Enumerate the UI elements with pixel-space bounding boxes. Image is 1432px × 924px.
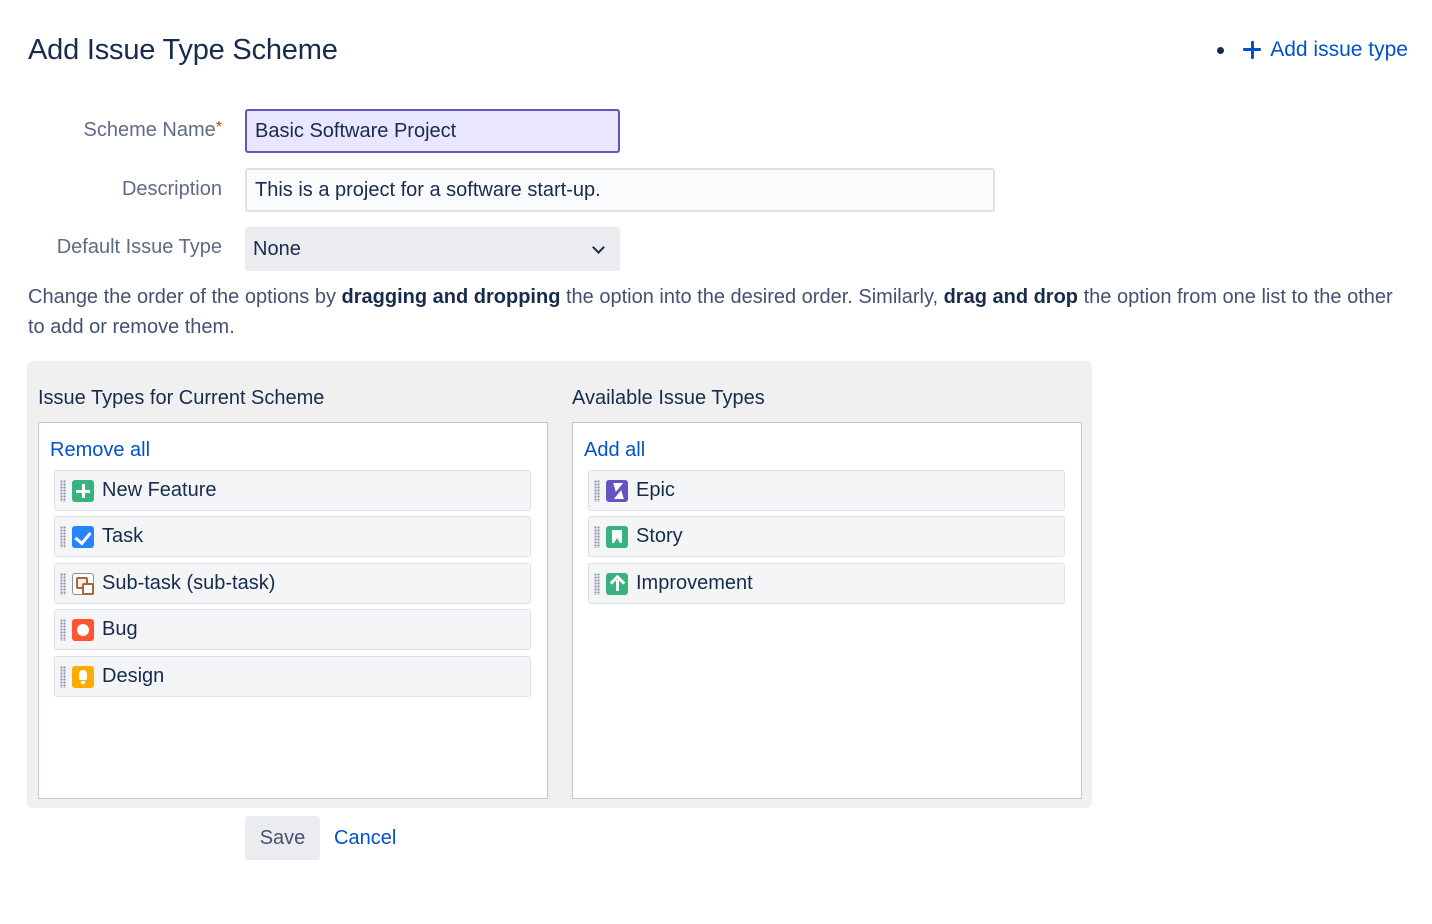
drag-handle-icon[interactable]: [60, 525, 66, 548]
list-item-epic[interactable]: Epic: [588, 470, 1065, 511]
drag-handle-icon[interactable]: [60, 665, 66, 688]
list-item-subtask[interactable]: Sub-task (sub-task): [54, 563, 531, 604]
add-issue-type-label: Add issue type: [1270, 38, 1408, 61]
scheme-name-value: Basic Software Project: [255, 119, 457, 142]
subtask-icon: [72, 572, 94, 595]
epic-icon: [606, 479, 628, 502]
scheme-name-label: Scheme Name*: [83, 119, 222, 141]
page-title: Add Issue Type Scheme: [28, 34, 338, 66]
drag-handle-icon[interactable]: [60, 572, 66, 595]
scheme-name-row: Scheme Name*: [0, 119, 222, 142]
available-types-list[interactable]: Add all Epic Story Improvement: [572, 422, 1082, 799]
header-actions: Add issue type: [1217, 38, 1408, 62]
list-item-task[interactable]: Task: [54, 516, 531, 557]
remove-all-link[interactable]: Remove all: [50, 439, 150, 462]
issue-type-lists-panel: Issue Types for Current Scheme Remove al…: [27, 361, 1092, 808]
drag-handle-icon[interactable]: [60, 479, 66, 502]
item-label: Task: [102, 525, 144, 547]
story-icon: [606, 525, 628, 548]
item-label: Design: [102, 665, 165, 687]
description-row: Description: [0, 178, 222, 201]
item-label: Improvement: [636, 572, 753, 594]
item-label: Bug: [102, 618, 138, 640]
add-issue-type-link[interactable]: Add issue type: [1242, 38, 1408, 62]
cancel-link[interactable]: Cancel: [334, 827, 396, 850]
bug-icon: [72, 618, 94, 641]
instructions-text: Change the order of the options by dragg…: [28, 286, 1393, 338]
drag-handle-icon[interactable]: [594, 572, 600, 595]
add-all-link[interactable]: Add all: [584, 439, 645, 462]
task-icon: [72, 525, 94, 548]
save-button[interactable]: Save: [245, 816, 320, 860]
current-scheme-list[interactable]: Remove all New Feature Task Sub-task (su…: [38, 422, 548, 799]
description-value: This is a project for a software start-u…: [255, 178, 601, 201]
chevron-down-icon: [592, 242, 606, 256]
drag-handle-icon[interactable]: [594, 525, 600, 548]
bullet-dot: [1217, 46, 1225, 54]
list-item-design[interactable]: Design: [54, 656, 531, 697]
plus-icon: [1242, 40, 1262, 60]
drag-handle-icon[interactable]: [60, 618, 66, 641]
current-scheme-heading: Issue Types for Current Scheme: [38, 387, 325, 409]
default-issue-type-value: None: [253, 237, 301, 260]
lightbulb-icon: [72, 665, 94, 688]
item-label: Epic: [636, 479, 675, 501]
list-item-bug[interactable]: Bug: [54, 609, 531, 650]
required-marker: *: [215, 119, 222, 136]
list-item-story[interactable]: Story: [588, 516, 1065, 557]
default-issue-type-select[interactable]: None: [245, 227, 620, 271]
description-input[interactable]: This is a project for a software start-u…: [245, 168, 995, 212]
item-label: Sub-task (sub-task): [102, 572, 276, 594]
item-label: Story: [636, 525, 683, 547]
list-item-new-feature[interactable]: New Feature: [54, 470, 531, 511]
default-issue-type-row: Default Issue Type: [0, 236, 222, 259]
default-issue-type-label: Default Issue Type: [56, 236, 222, 258]
new-feature-icon: [72, 479, 94, 502]
available-types-heading: Available Issue Types: [572, 387, 765, 409]
description-label: Description: [121, 178, 222, 200]
item-label: New Feature: [102, 479, 217, 501]
drag-handle-icon[interactable]: [594, 479, 600, 502]
scheme-name-input[interactable]: Basic Software Project: [245, 109, 620, 153]
improvement-icon: [606, 572, 628, 595]
list-item-improvement[interactable]: Improvement: [588, 563, 1065, 604]
